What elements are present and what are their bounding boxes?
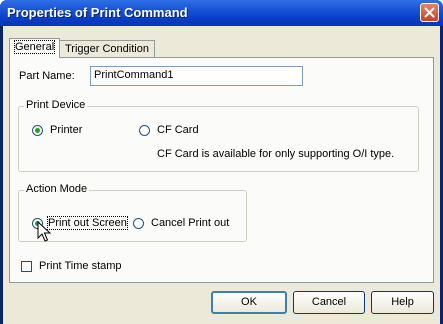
cancel-button[interactable]: Cancel	[293, 291, 365, 314]
mouse-cursor-icon	[37, 221, 51, 242]
title-bar[interactable]: Properties of Print Command	[0, 0, 443, 26]
cancel-print-out-radio[interactable]	[133, 218, 144, 229]
tab-trigger-condition[interactable]: Trigger Condition	[59, 40, 155, 58]
cf-card-note: CF Card is available for only supporting…	[157, 148, 395, 160]
window-title: Properties of Print Command	[7, 5, 188, 20]
printer-radio[interactable]	[32, 125, 43, 136]
print-time-stamp-label[interactable]: Print Time stamp	[39, 260, 122, 272]
dialog-body: General Trigger Condition Part Name: Pri…	[3, 26, 440, 324]
part-name-input[interactable]: PrintCommand1	[90, 66, 303, 86]
print-time-stamp-checkbox[interactable]	[21, 261, 32, 272]
tab-trigger-condition-label: Trigger Condition	[65, 43, 149, 55]
action-mode-title: Action Mode	[24, 183, 90, 195]
part-name-label: Part Name:	[19, 70, 75, 82]
print-device-title: Print Device	[24, 99, 88, 111]
cf-card-radio-label[interactable]: CF Card	[157, 124, 199, 136]
print-device-group	[18, 106, 419, 172]
action-mode-group	[18, 190, 247, 242]
tab-general-label: General	[13, 40, 56, 54]
close-button[interactable]	[420, 3, 439, 22]
ok-button[interactable]: OK	[211, 291, 287, 314]
cf-card-radio[interactable]	[139, 125, 150, 136]
help-button[interactable]: Help	[371, 291, 434, 314]
print-out-screen-label[interactable]: Print out Screen	[47, 216, 128, 230]
close-icon	[424, 7, 435, 18]
dialog-window: Properties of Print Command General Trig…	[0, 0, 443, 324]
printer-radio-label[interactable]: Printer	[50, 124, 82, 136]
cancel-print-out-label[interactable]: Cancel Print out	[151, 217, 229, 229]
tab-general[interactable]: General	[9, 38, 61, 58]
general-tab-panel: Part Name: PrintCommand1 Print Device Pr…	[9, 57, 434, 283]
radio-selected-dot	[35, 128, 40, 133]
